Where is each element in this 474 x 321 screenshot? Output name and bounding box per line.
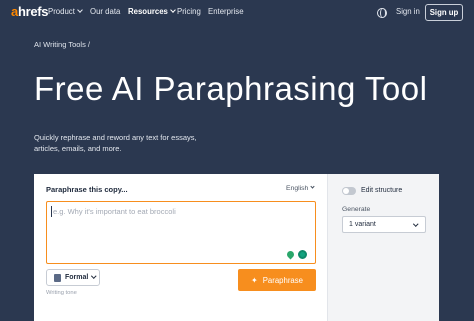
chevron-down-icon: [412, 221, 418, 227]
paraphrase-input[interactable]: e.g. Why it's important to eat broccoli: [46, 201, 316, 264]
nav-our-data-label: Our data: [90, 7, 121, 16]
chevron-down-icon: [77, 7, 83, 13]
edit-structure-label: Edit structure: [361, 187, 403, 194]
nav-pricing[interactable]: Pricing: [177, 7, 201, 16]
ahrefs-logo[interactable]: ahrefs: [11, 4, 49, 19]
paraphrase-button[interactable]: ✦ Paraphrase: [238, 269, 316, 291]
input-placeholder: e.g. Why it's important to eat broccoli: [53, 207, 176, 216]
tone-value: Formal: [65, 274, 89, 281]
language-select[interactable]: English: [286, 184, 315, 192]
chevron-down-icon: [91, 273, 97, 278]
location-pin-icon[interactable]: [285, 249, 296, 260]
sparkle-icon: ✦: [250, 275, 258, 285]
language-value: English: [286, 185, 309, 192]
variant-value: 1 variant: [349, 221, 376, 228]
nav-resources[interactable]: Resources: [128, 7, 176, 16]
edit-structure-toggle[interactable]: [342, 187, 356, 195]
nav-enterprise-label: Enterprise: [208, 7, 244, 16]
variant-select[interactable]: 1 variant: [342, 216, 426, 233]
page-subtitle: Quickly rephrase and reword any text for…: [34, 133, 197, 153]
text-cursor: [51, 206, 52, 217]
options-panel: Edit structure Generate 1 variant: [328, 174, 439, 321]
logo-text: hrefs: [17, 4, 49, 19]
paraphrase-tool-card: Paraphrase this copy... English e.g. Why…: [34, 174, 439, 321]
nav-enterprise[interactable]: Enterprise: [208, 7, 244, 16]
tone-caption: Writing tone: [46, 290, 77, 296]
nav-our-data[interactable]: Our data: [90, 7, 120, 16]
signin-link[interactable]: Sign in: [396, 7, 420, 16]
input-label: Paraphrase this copy...: [46, 185, 128, 194]
page-title: Free AI Paraphrasing Tool: [34, 70, 428, 107]
logo-letter-a: a: [11, 4, 18, 19]
nav-pricing-label: Pricing: [177, 7, 201, 16]
grammarly-icon[interactable]: [298, 250, 307, 259]
nav-product-label: Product: [48, 7, 75, 16]
paraphrase-button-label: Paraphrase: [262, 275, 303, 285]
generate-label: Generate: [342, 206, 371, 213]
chevron-down-icon: [170, 7, 176, 13]
signup-button[interactable]: Sign up: [425, 4, 463, 21]
input-panel: Paraphrase this copy... English e.g. Why…: [34, 174, 328, 321]
document-icon: [54, 273, 61, 282]
globe-icon[interactable]: [377, 8, 387, 18]
breadcrumb[interactable]: AI Writing Tools /: [34, 40, 90, 49]
tone-select[interactable]: Formal: [46, 269, 100, 286]
nav-product[interactable]: Product: [48, 7, 83, 16]
chevron-down-icon: [310, 184, 315, 189]
nav-resources-label: Resources: [128, 7, 168, 16]
top-navigation: ahrefs Product Our data Resources Pricin…: [0, 0, 474, 26]
